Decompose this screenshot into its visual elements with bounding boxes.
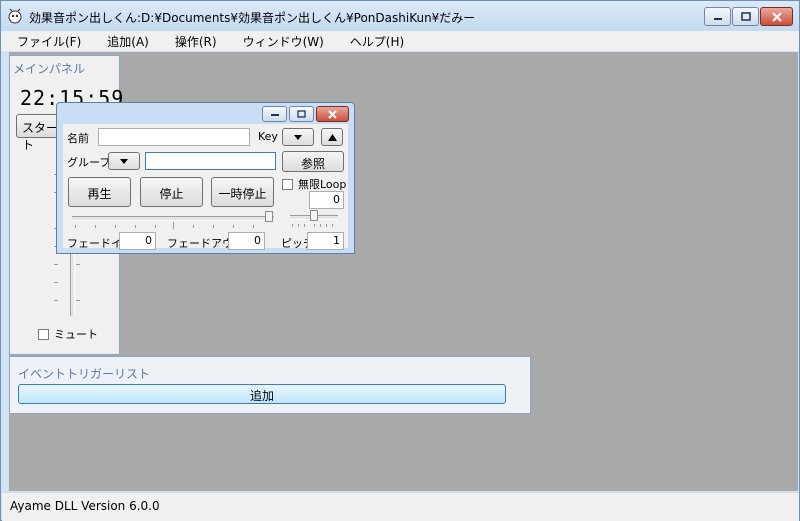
slider-tick	[320, 224, 321, 227]
mute-checkbox[interactable]: ミュート	[38, 326, 98, 342]
slider-tick	[292, 224, 293, 227]
event-panel-caption: イベントトリガーリスト	[18, 367, 151, 381]
loop-count-input[interactable]: 0	[309, 191, 344, 209]
menu-operation[interactable]: 操作(R)	[165, 33, 227, 50]
slider-tick	[304, 224, 305, 227]
play-button[interactable]: 再生	[68, 177, 131, 207]
loop-checkbox[interactable]: 無限Loop	[282, 176, 346, 192]
slider-tick	[155, 225, 156, 228]
minimize-button[interactable]	[704, 7, 731, 26]
dialog-volume-slider[interactable]	[72, 216, 274, 221]
minimize-icon	[713, 17, 722, 20]
name-input[interactable]	[98, 128, 250, 146]
slider-tick	[253, 225, 254, 228]
fade-in-input[interactable]: 0	[119, 232, 156, 250]
group-label: グループ	[67, 156, 111, 169]
group-dropdown[interactable]	[108, 152, 140, 170]
chevron-down-icon	[120, 158, 128, 164]
title-bar[interactable]: 効果音ポン出しくん:D:¥Documents¥効果音ポン出しくん¥PonDash…	[1, 1, 799, 31]
browse-button[interactable]: 参照	[282, 151, 344, 172]
slider-tick	[75, 225, 76, 228]
sound-dialog: 名前 Key グループ 参照 再生 停止 一時停止 無限Loop 0 フェードイ…	[56, 102, 355, 254]
close-button[interactable]	[760, 7, 793, 26]
maximize-icon	[296, 110, 306, 118]
status-bar: Ayame DLL Version 6.0.0	[2, 492, 799, 521]
window-title: 効果音ポン出しくん:D:¥Documents¥効果音ポン出しくん¥PonDash…	[29, 11, 476, 25]
maximize-icon	[740, 12, 751, 21]
key-dropdown[interactable]	[282, 128, 314, 146]
app-icon	[8, 8, 22, 24]
name-label: 名前	[67, 132, 89, 145]
pitch-input[interactable]: 1	[307, 232, 344, 250]
add-event-button[interactable]: 追加	[18, 384, 506, 404]
menu-file[interactable]: ファイル(F)	[7, 33, 91, 50]
close-icon	[771, 11, 782, 22]
slider-tick	[233, 225, 234, 228]
dialog-body: 名前 Key グループ 参照 再生 停止 一時停止 無限Loop 0 フェードイ…	[63, 124, 348, 250]
slider-tick	[213, 225, 214, 228]
menu-help[interactable]: ヘルプ(H)	[340, 33, 414, 50]
dialog-volume-thumb[interactable]	[265, 211, 273, 222]
slider-tick	[54, 300, 58, 301]
loop-checkbox-box[interactable]	[282, 178, 293, 190]
stop-button[interactable]: 停止	[140, 177, 203, 207]
main-panel-caption: メインパネル	[13, 62, 86, 76]
slider-tick	[332, 224, 333, 227]
slider-tick	[76, 264, 80, 265]
chevron-down-icon	[294, 134, 302, 140]
dialog-close-button[interactable]	[316, 106, 349, 122]
slider-tick	[314, 224, 315, 227]
pause-button[interactable]: 一時停止	[211, 177, 274, 207]
triangle-up-icon	[327, 133, 337, 141]
menu-add[interactable]: 追加(A)	[97, 33, 159, 50]
slider-tick	[54, 282, 58, 283]
slider-tick	[115, 225, 116, 228]
app-window: 効果音ポン出しくん:D:¥Documents¥効果音ポン出しくん¥PonDash…	[0, 0, 800, 521]
slider-tick	[135, 225, 136, 228]
status-text: Ayame DLL Version 6.0.0	[10, 499, 160, 513]
slider-tick	[76, 300, 80, 301]
slider-tick	[54, 264, 58, 265]
minimize-icon	[270, 114, 279, 116]
close-icon	[328, 109, 337, 119]
key-label: Key	[258, 130, 278, 143]
slider-tick	[193, 225, 194, 228]
loop-label: 無限Loop	[298, 178, 347, 191]
slider-tick	[298, 224, 299, 227]
maximize-button[interactable]	[732, 7, 759, 26]
mute-label: ミュート	[54, 328, 98, 341]
mute-checkbox-box[interactable]	[38, 328, 49, 340]
group-input[interactable]	[145, 152, 276, 170]
event-trigger-panel: イベントトリガーリスト 追加	[9, 356, 531, 414]
slider-tick	[173, 222, 174, 229]
slider-tick	[95, 225, 96, 228]
fade-out-input[interactable]: 0	[228, 232, 265, 250]
key-up-button[interactable]	[321, 128, 343, 146]
dialog-minimize-button[interactable]	[262, 106, 287, 122]
dialog-maximize-button[interactable]	[289, 106, 314, 122]
menu-window[interactable]: ウィンドウ(W)	[233, 33, 334, 50]
slider-tick	[326, 224, 327, 227]
pitch-slider-thumb[interactable]	[310, 210, 318, 221]
menu-bar: ファイル(F) 追加(A) 操作(R) ウィンドウ(W) ヘルプ(H)	[1, 31, 799, 51]
